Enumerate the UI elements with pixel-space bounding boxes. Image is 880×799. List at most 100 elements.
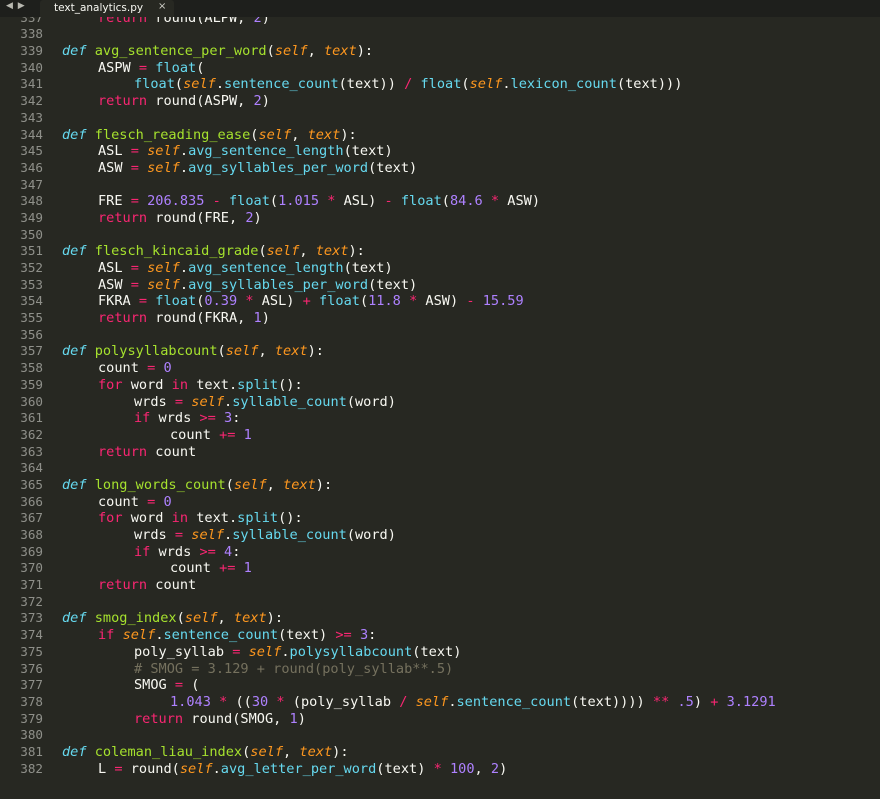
code-line[interactable]: 347 (0, 177, 880, 194)
code-token: += (219, 426, 236, 443)
code-token: wrds (150, 543, 200, 560)
code-token: = (114, 760, 123, 777)
code-token: (text)) (338, 76, 405, 93)
code-line[interactable]: 351 def flesch_kincaid_grade(self, text): (0, 243, 880, 260)
code-token: 84.6 (449, 193, 483, 210)
code-line[interactable]: 379 return round(SMOG, 1) (0, 711, 880, 728)
code-token: (text) (412, 643, 462, 660)
code-line[interactable]: 339 def avg_sentence_per_word(self, text)… (0, 43, 880, 60)
code-line[interactable]: 370 count += 1 (0, 560, 880, 577)
code-token: syllable_count (232, 393, 347, 410)
code-text: float(self.sentence_count(text)) / float… (134, 76, 682, 93)
code-token: ASPW (98, 59, 139, 76)
code-token: 1 (243, 560, 252, 577)
code-line[interactable]: 367 for word in text.split(): (0, 510, 880, 527)
line-number: 358 (20, 360, 43, 376)
code-token: smog_index (94, 610, 177, 627)
code-token: ( (266, 43, 275, 60)
code-token: text (323, 43, 357, 60)
code-line[interactable]: 348 FRE = 206.835 - float(1.015 * ASL) - … (0, 193, 880, 210)
code-line[interactable]: 357 def polysyllabcount(self, text): (0, 343, 880, 360)
line-number: 378 (20, 693, 43, 709)
code-line[interactable]: 365 def long_words_count(self, text): (0, 477, 880, 494)
line-number: 350 (20, 226, 43, 242)
line-number: 359 (20, 376, 43, 392)
code-line[interactable]: 354 FKRA = float(0.39 * ASL) + float(11.8… (0, 293, 880, 310)
code-line[interactable]: 361 if wrds >= 3: (0, 410, 880, 427)
code-line[interactable]: 382 L = round(self.avg_letter_per_word(te… (0, 761, 880, 778)
code-line[interactable]: 352 ASL = self.avg_sentence_length(text) (0, 260, 880, 277)
code-line[interactable]: 343 (0, 110, 880, 127)
code-line[interactable]: 355 return round(FKRA, 1) (0, 310, 880, 327)
code-line[interactable]: 353 ASW = self.avg_syllables_per_word(tex… (0, 277, 880, 294)
code-line[interactable]: 371 return count (0, 577, 880, 594)
code-token: . (448, 693, 457, 710)
code-line[interactable]: 376 # SMOG = 3.129 + round(poly_syllab**.… (0, 661, 880, 678)
code-token: 3 (224, 410, 233, 427)
code-editor[interactable]: 336float(self.charcount(text)) / float(s… (0, 0, 880, 777)
code-text: L = round(self.avg_letter_per_word(text)… (98, 761, 507, 778)
code-token: (text) (343, 260, 393, 276)
code-token: . (224, 527, 233, 543)
code-line[interactable]: 366 count = 0 (0, 494, 880, 511)
line-number: 380 (20, 727, 43, 743)
code-token: . (179, 159, 189, 176)
code-line[interactable]: 358 count = 0 (0, 360, 880, 377)
tab-text-analytics[interactable]: text_analytics.py × (40, 0, 174, 17)
code-line[interactable]: 380 (0, 727, 880, 744)
code-token: ( (217, 343, 226, 360)
code-line[interactable]: 363 return count (0, 444, 880, 461)
tab-nav-arrows-icon[interactable]: ◀ ▶ (6, 1, 26, 11)
code-line[interactable]: 359 for word in text.split(): (0, 377, 880, 394)
line-number: 348 (20, 193, 43, 209)
code-token: ( (359, 293, 369, 310)
code-line[interactable]: 356 (0, 327, 880, 344)
code-line[interactable]: 345 ASL = self.avg_sentence_length(text) (0, 143, 880, 160)
code-token: float (134, 76, 175, 93)
code-line[interactable]: 360 wrds = self.syllable_count(word) (0, 394, 880, 411)
close-icon[interactable]: × (158, 1, 166, 12)
code-line[interactable]: 344 def flesch_reading_ease(self, text): (0, 127, 880, 144)
code-line[interactable]: 338 (0, 26, 880, 43)
code-line[interactable]: 372 (0, 594, 880, 611)
code-line[interactable]: 340 ASPW = float( (0, 60, 880, 77)
code-token: for (98, 376, 123, 393)
code-token: text (274, 343, 308, 360)
code-line[interactable]: 368 wrds = self.syllable_count(word) (0, 527, 880, 544)
code-line[interactable]: 381 def coleman_liau_index(self, text): (0, 744, 880, 761)
code-line[interactable]: 373 def smog_index(self, text): (0, 610, 880, 627)
code-line[interactable]: 349 return round(FRE, 2) (0, 210, 880, 227)
code-line[interactable]: 362 count += 1 (0, 427, 880, 444)
code-line[interactable]: 346 ASW = self.avg_syllables_per_word(tex… (0, 160, 880, 177)
line-number: 340 (20, 59, 43, 75)
code-token: = (130, 260, 139, 276)
code-line[interactable]: 375 poly_syllab = self.polysyllabcount(te… (0, 644, 880, 661)
code-token: count (147, 443, 197, 460)
code-line[interactable]: 369 if wrds >= 4: (0, 544, 880, 561)
code-token: avg_sentence_length (188, 143, 344, 160)
code-line[interactable]: 374 if self.sentence_count(text) >= 3: (0, 627, 880, 644)
line-number: 362 (20, 426, 43, 442)
code-token: avg_syllables_per_word (188, 276, 369, 293)
code-token: avg_syllables_per_word (188, 159, 369, 176)
code-line[interactable]: 350 (0, 227, 880, 244)
code-token: ) (261, 310, 270, 327)
line-number: 343 (20, 109, 43, 125)
code-line[interactable]: 377 SMOG = ( (0, 677, 880, 694)
code-token: 2 (490, 760, 500, 777)
code-token: flesch_reading_ease (94, 126, 251, 143)
code-token: 1.043 (170, 693, 211, 710)
code-line[interactable]: 364 (0, 460, 880, 477)
code-line[interactable]: 342 return round(ASPW, 2) (0, 93, 880, 110)
code-line[interactable]: 341 float(self.sentence_count(text)) / fl… (0, 76, 880, 93)
line-number: 346 (20, 159, 43, 175)
code-token: ) (261, 93, 270, 110)
code-line[interactable]: 378 1.043 * ((30 * (poly_syllab / self.se… (0, 694, 880, 711)
code-token: self (184, 610, 218, 627)
line-number: 371 (20, 577, 43, 593)
